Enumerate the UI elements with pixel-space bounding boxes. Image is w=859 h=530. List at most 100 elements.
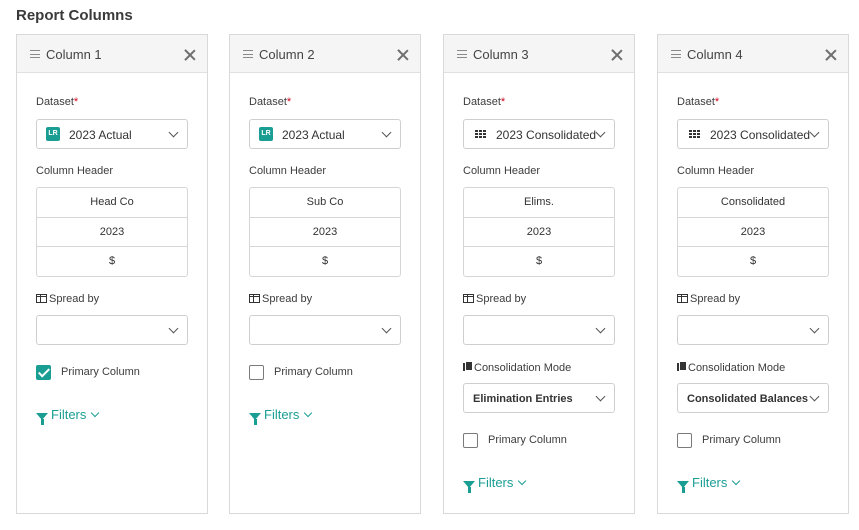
header-row-1-input[interactable]: Consolidated bbox=[678, 188, 828, 218]
dataset-select[interactable]: LR 2023 Actual bbox=[249, 119, 401, 149]
chevron-down-icon bbox=[168, 127, 179, 138]
close-icon[interactable] bbox=[183, 48, 197, 62]
filters-label: Filters bbox=[692, 475, 728, 490]
chevron-down-icon bbox=[168, 323, 179, 334]
spread-by-select[interactable] bbox=[249, 315, 401, 345]
drag-handle-icon[interactable] bbox=[30, 50, 40, 58]
column-header-fields: Head Co 2023 $ bbox=[36, 187, 188, 277]
header-row-2-input[interactable]: 2023 bbox=[37, 218, 187, 247]
table-icon bbox=[463, 294, 474, 303]
chevron-down-icon bbox=[518, 476, 527, 486]
chevron-down-icon bbox=[809, 127, 820, 138]
header-row-3-input[interactable]: $ bbox=[678, 247, 828, 277]
chevron-down-icon bbox=[595, 323, 606, 334]
filters-label: Filters bbox=[264, 407, 300, 422]
dataset-label: Dataset* bbox=[249, 96, 292, 108]
spread-by-label: Spread by bbox=[36, 293, 99, 305]
column-header-fields: Elims. 2023 $ bbox=[463, 187, 615, 277]
copy-icon bbox=[677, 361, 687, 372]
checkbox-unchecked-icon[interactable] bbox=[463, 433, 478, 448]
card-title: Column 2 bbox=[259, 47, 315, 62]
primary-column-label: Primary Column bbox=[61, 366, 140, 378]
chevron-down-icon bbox=[381, 323, 392, 334]
drag-handle-icon[interactable] bbox=[243, 50, 253, 58]
filter-icon bbox=[677, 481, 689, 493]
chevron-down-icon bbox=[595, 127, 606, 138]
close-icon[interactable] bbox=[824, 48, 838, 62]
header-row-2-input[interactable]: 2023 bbox=[464, 218, 614, 247]
dataset-label: Dataset* bbox=[36, 96, 79, 108]
primary-column-label: Primary Column bbox=[274, 366, 353, 378]
report-column-card-2: Column 2 Dataset* LR 2023 Actual Column … bbox=[229, 34, 421, 514]
table-icon bbox=[36, 294, 47, 303]
filters-toggle[interactable]: Filters bbox=[463, 475, 527, 493]
lr-badge-icon: LR bbox=[46, 127, 60, 141]
column-header-label: Column Header bbox=[36, 165, 114, 177]
spread-by-label: Spread by bbox=[677, 293, 740, 305]
chevron-down-icon bbox=[381, 127, 392, 138]
chevron-down-icon bbox=[809, 323, 820, 334]
consolidation-mode-value: Consolidated Balances bbox=[687, 393, 809, 405]
spread-by-select[interactable] bbox=[677, 315, 829, 345]
drag-handle-icon[interactable] bbox=[671, 50, 681, 58]
consolidation-mode-select[interactable]: Consolidated Balances bbox=[677, 383, 829, 413]
primary-column-label: Primary Column bbox=[702, 434, 781, 446]
grid-icon bbox=[689, 130, 700, 139]
card-title: Column 4 bbox=[687, 47, 743, 62]
table-icon bbox=[677, 294, 688, 303]
card-header: Column 4 bbox=[658, 35, 848, 73]
column-header-fields: Consolidated 2023 $ bbox=[677, 187, 829, 277]
checkbox-unchecked-icon[interactable] bbox=[677, 433, 692, 448]
card-header: Column 3 bbox=[444, 35, 634, 73]
chevron-down-icon bbox=[732, 476, 741, 486]
chevron-down-icon bbox=[304, 408, 313, 418]
chevron-down-icon bbox=[595, 391, 606, 402]
dataset-select[interactable]: 2023 Consolidated bbox=[463, 119, 615, 149]
chevron-down-icon bbox=[91, 408, 100, 418]
copy-icon bbox=[463, 361, 473, 372]
card-title: Column 3 bbox=[473, 47, 529, 62]
table-icon bbox=[249, 294, 260, 303]
header-row-3-input[interactable]: $ bbox=[37, 247, 187, 277]
checkbox-checked-icon[interactable] bbox=[36, 365, 51, 380]
close-icon[interactable] bbox=[396, 48, 410, 62]
dataset-select[interactable]: 2023 Consolidated bbox=[677, 119, 829, 149]
filter-icon bbox=[249, 413, 261, 425]
filters-label: Filters bbox=[51, 407, 87, 422]
spread-by-select[interactable] bbox=[36, 315, 188, 345]
consolidation-mode-select[interactable]: Elimination Entries bbox=[463, 383, 615, 413]
header-row-2-input[interactable]: 2023 bbox=[250, 218, 400, 247]
spread-by-select[interactable] bbox=[463, 315, 615, 345]
consolidation-mode-label: Consolidation Mode bbox=[677, 361, 785, 374]
spread-by-label: Spread by bbox=[463, 293, 526, 305]
chevron-down-icon bbox=[809, 391, 820, 402]
close-icon[interactable] bbox=[610, 48, 624, 62]
dataset-label: Dataset* bbox=[463, 96, 506, 108]
card-title: Column 1 bbox=[46, 47, 102, 62]
header-row-1-input[interactable]: Sub Co bbox=[250, 188, 400, 218]
card-header: Column 1 bbox=[17, 35, 207, 73]
filters-label: Filters bbox=[478, 475, 514, 490]
card-header: Column 2 bbox=[230, 35, 420, 73]
header-row-2-input[interactable]: 2023 bbox=[678, 218, 828, 247]
drag-handle-icon[interactable] bbox=[457, 50, 467, 58]
spread-by-label: Spread by bbox=[249, 293, 312, 305]
column-header-label: Column Header bbox=[463, 165, 541, 177]
header-row-3-input[interactable]: $ bbox=[464, 247, 614, 277]
filters-toggle[interactable]: Filters bbox=[36, 407, 100, 425]
grid-icon bbox=[475, 130, 486, 139]
dataset-value: 2023 Actual bbox=[69, 128, 132, 142]
dataset-value: 2023 Consolidated bbox=[710, 128, 811, 142]
lr-badge-icon: LR bbox=[259, 127, 273, 141]
dataset-value: 2023 Consolidated bbox=[496, 128, 597, 142]
header-row-1-input[interactable]: Elims. bbox=[464, 188, 614, 218]
dataset-select[interactable]: LR 2023 Actual bbox=[36, 119, 188, 149]
filter-icon bbox=[36, 413, 48, 425]
header-row-1-input[interactable]: Head Co bbox=[37, 188, 187, 218]
checkbox-unchecked-icon[interactable] bbox=[249, 365, 264, 380]
report-column-card-4: Column 4 Dataset* 2023 Consolidated Colu… bbox=[657, 34, 849, 514]
filters-toggle[interactable]: Filters bbox=[249, 407, 313, 425]
filters-toggle[interactable]: Filters bbox=[677, 475, 741, 493]
header-row-3-input[interactable]: $ bbox=[250, 247, 400, 277]
report-column-card-3: Column 3 Dataset* 2023 Consolidated Colu… bbox=[443, 34, 635, 514]
